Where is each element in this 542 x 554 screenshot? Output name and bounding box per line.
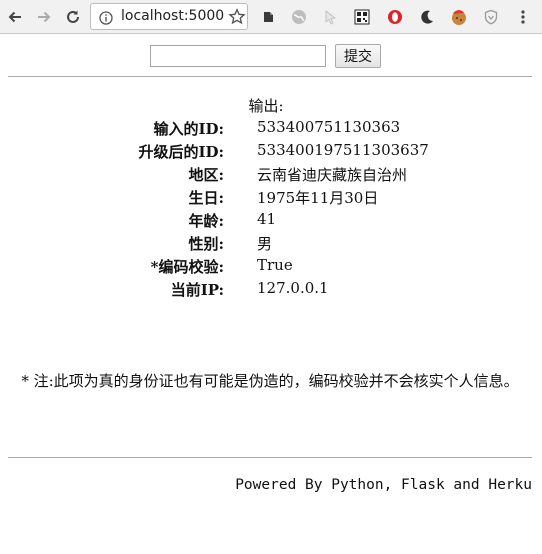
result-row-input-id: 输入的ID: 533400751130363 — [0, 118, 542, 141]
top-divider — [8, 76, 532, 77]
address-url: localhost:5000 — [121, 8, 225, 24]
row-value: 云南省迪庆藏族自治州 — [257, 166, 408, 184]
row-label: 当前IP: — [170, 281, 224, 299]
row-value: 1975年11月30日 — [257, 189, 379, 207]
row-label: 地区: — [188, 166, 224, 184]
row-value: 男 — [257, 235, 273, 253]
row-label: 升级后的ID: — [138, 143, 224, 161]
row-label: 性别: — [188, 235, 224, 253]
browser-toolbar: localhost:5000 — [0, 0, 542, 34]
reload-icon[interactable] — [61, 5, 85, 29]
row-value: 127.0.0.1 — [257, 279, 329, 297]
row-value: 533400197511303637 — [257, 141, 429, 159]
id-input[interactable] — [150, 45, 326, 67]
row-label: *编码校验: — [150, 258, 224, 276]
globe-extension-icon[interactable] — [290, 8, 308, 26]
output-heading: 输出: — [248, 97, 284, 115]
result-row-upgraded-id: 升级后的ID: 533400197511303637 — [0, 141, 542, 164]
shield-extension-icon[interactable] — [482, 8, 500, 26]
result-row-gender: 性别: 男 — [0, 233, 542, 256]
row-label: 年龄: — [188, 212, 224, 230]
info-icon[interactable] — [99, 10, 113, 29]
cookie-extension-icon[interactable] — [450, 8, 468, 26]
result-row-checksum: *编码校验: True — [0, 256, 542, 279]
moon-extension-icon[interactable] — [418, 8, 436, 26]
opera-extension-icon[interactable] — [386, 8, 404, 26]
row-value: 41 — [257, 210, 277, 228]
back-arrow-icon[interactable] — [3, 5, 27, 29]
result-row-age: 年龄: 41 — [0, 210, 542, 233]
bookmark-star-icon[interactable] — [225, 5, 249, 29]
bottom-divider — [8, 457, 532, 458]
footer-credit: Powered By Python, Flask and Herku — [235, 477, 532, 493]
qr-code-extension-icon[interactable] — [353, 8, 371, 26]
result-row-current-ip: 当前IP: 127.0.0.1 — [0, 279, 542, 302]
submit-button[interactable]: 提交 — [335, 44, 381, 68]
cursor-extension-icon[interactable] — [321, 8, 339, 26]
row-label: 输入的ID: — [153, 120, 224, 138]
result-row-region: 地区: 云南省迪庆藏族自治州 — [0, 164, 542, 187]
result-row-birthday: 生日: 1975年11月30日 — [0, 187, 542, 210]
evernote-extension-icon[interactable] — [259, 8, 277, 26]
disclaimer-note: * 注:此项为真的身份证也有可能是伪造的，编码校验并不会核实个人信息。 — [21, 372, 519, 390]
menu-kebab-icon[interactable] — [514, 8, 532, 26]
id-lookup-form: 提交 — [0, 44, 542, 68]
row-value: True — [257, 256, 293, 274]
forward-arrow-icon[interactable] — [32, 5, 56, 29]
row-label: 生日: — [188, 189, 224, 207]
row-value: 533400751130363 — [257, 118, 401, 136]
